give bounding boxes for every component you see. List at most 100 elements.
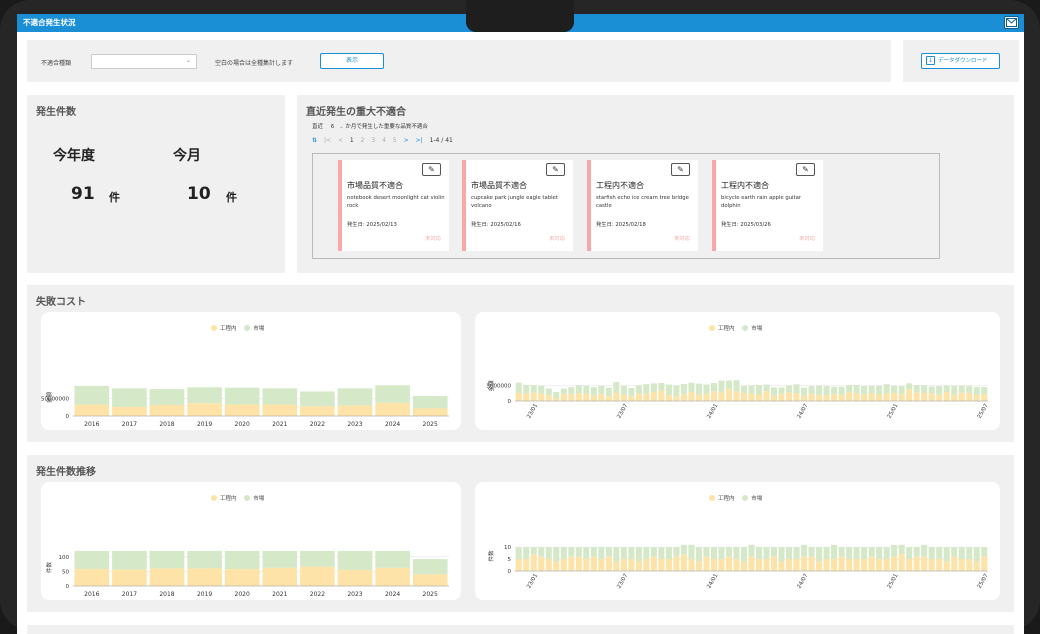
- pager-page-2[interactable]: 2: [361, 137, 365, 144]
- bar-in-process: [973, 561, 980, 571]
- incident-card[interactable]: ✎ 市場品質不適合 notebook desert moonlight cat …: [338, 160, 449, 251]
- bar-in-process: [695, 561, 702, 571]
- card-date: 発生日: 2025/02/16: [471, 220, 521, 228]
- x-tick-label: 23/07: [616, 573, 629, 590]
- x-tick-label: 2017: [122, 591, 137, 598]
- bar-market: [973, 547, 980, 562]
- pager-next[interactable]: >: [404, 137, 409, 144]
- bar-in-process: [613, 561, 620, 571]
- bar-in-process: [74, 404, 110, 416]
- bar-in-process: [262, 567, 298, 586]
- bar-in-process: [936, 559, 943, 571]
- bar-market: [876, 547, 883, 560]
- bar-in-process: [973, 395, 980, 401]
- bar-market: [568, 387, 575, 395]
- show-button[interactable]: 表示: [320, 53, 384, 69]
- download-button[interactable]: ↓ データダウンロード: [921, 53, 1000, 69]
- card-date: 発生日: 2025/03/26: [721, 220, 771, 228]
- mail-icon[interactable]: [1004, 16, 1019, 29]
- bar-market: [771, 387, 778, 396]
- y-axis-label: 件数: [45, 561, 53, 573]
- x-tick-label: 2018: [159, 421, 174, 428]
- pager-page-3[interactable]: 3: [371, 137, 375, 144]
- cost-yearly-chart: 工程内 市場 0 50000000 金額 2016 2017 2018 2019 2020 20…: [41, 312, 461, 430]
- bar-in-process: [831, 559, 838, 571]
- bar-in-process: [838, 556, 845, 571]
- count-monthly-svg: 0 5 10 件数 23/01 23/07 24/01 24/07 25/01 25/07: [487, 544, 990, 590]
- bar-in-process: [643, 559, 650, 571]
- bar-in-process: [928, 393, 935, 401]
- period-select[interactable]: 6: [331, 124, 335, 130]
- bar-market: [300, 391, 335, 407]
- bar-market: [112, 388, 147, 408]
- bar-market: [823, 386, 830, 396]
- edit-icon[interactable]: ✎: [546, 163, 565, 176]
- bar-market: [831, 386, 838, 395]
- bar-market: [966, 547, 973, 560]
- card-date-label: 発生日:: [347, 222, 365, 228]
- bar-in-process: [605, 396, 612, 401]
- bar-in-process: [673, 556, 680, 571]
- bar-in-process: [545, 559, 552, 571]
- pager-page-1[interactable]: 1: [350, 137, 354, 144]
- incident-card[interactable]: ✎ 工程内不適合 bicycle earth rain apple guitar…: [712, 160, 823, 251]
- bar-market: [538, 547, 545, 557]
- card-date-value: 2025/02/16: [490, 222, 521, 228]
- bar-market: [680, 383, 687, 395]
- pager-prev[interactable]: <: [338, 137, 343, 144]
- edit-icon[interactable]: ✎: [422, 163, 441, 176]
- bar-market: [530, 385, 537, 393]
- year-unit: 件: [109, 191, 120, 204]
- bar-market: [112, 550, 147, 570]
- bar-market: [695, 547, 702, 562]
- bar-market: [703, 384, 710, 394]
- bar-market: [898, 544, 905, 555]
- bar-market: [590, 387, 597, 396]
- x-tick-label: 24/07: [796, 403, 809, 420]
- pager-range: 1-4 / 41: [429, 137, 453, 144]
- pager-page-4[interactable]: 4: [382, 137, 386, 144]
- sort-icon[interactable]: ⇅: [312, 137, 317, 144]
- edit-icon[interactable]: ✎: [796, 163, 815, 176]
- bar-in-process: [861, 394, 868, 401]
- bar-in-process: [823, 559, 830, 571]
- y-tick-label: 10: [504, 545, 511, 551]
- bar-in-process: [545, 395, 552, 401]
- bar-in-process: [703, 556, 710, 571]
- bar-market: [688, 544, 695, 560]
- bar-in-process: [725, 556, 732, 571]
- bar-in-process: [553, 398, 560, 401]
- edit-icon[interactable]: ✎: [671, 163, 690, 176]
- y-axis-label: 金額: [487, 380, 495, 392]
- bar-market: [838, 386, 845, 395]
- y-tick-label: 0: [66, 414, 70, 420]
- x-tick-label: 2022: [310, 421, 325, 428]
- bar-market: [913, 547, 920, 557]
- type-select[interactable]: ⌄: [91, 54, 197, 69]
- bar-in-process: [688, 559, 695, 571]
- bar-market: [598, 547, 605, 560]
- month-label: 今月: [173, 148, 201, 164]
- bar-in-process: [786, 559, 793, 571]
- pager-last[interactable]: >|: [416, 137, 423, 144]
- bar-market: [816, 547, 823, 562]
- incident-card[interactable]: ✎ 市場品質不適合 cupcake park jungle eagle tabl…: [462, 160, 573, 251]
- bar-market: [224, 550, 260, 570]
- recent-title: 直近発生の重大不適合: [306, 107, 406, 118]
- bar-in-process: [846, 559, 853, 571]
- bar-market: [786, 385, 793, 393]
- x-tick-label: 2019: [197, 421, 212, 428]
- pager-first[interactable]: |<: [324, 137, 331, 144]
- bar-market: [756, 384, 763, 395]
- incident-card[interactable]: ✎ 工程内不適合 starfish echo ice cream tree br…: [587, 160, 698, 251]
- bar-in-process: [620, 559, 627, 571]
- bar-market: [801, 387, 808, 396]
- recent-panel: 直近発生の重大不適合 直近 6 ⌄ か月で発生した重要な品質不適合 ⇅ |< <…: [297, 95, 1014, 273]
- bar-in-process: [808, 556, 815, 571]
- bar-in-process: [778, 393, 785, 401]
- bar-in-process: [650, 556, 657, 571]
- pager-page-5[interactable]: 5: [393, 137, 397, 144]
- bar-market: [149, 389, 185, 405]
- bar-in-process: [943, 561, 950, 571]
- y-tick-label: 0: [66, 584, 70, 590]
